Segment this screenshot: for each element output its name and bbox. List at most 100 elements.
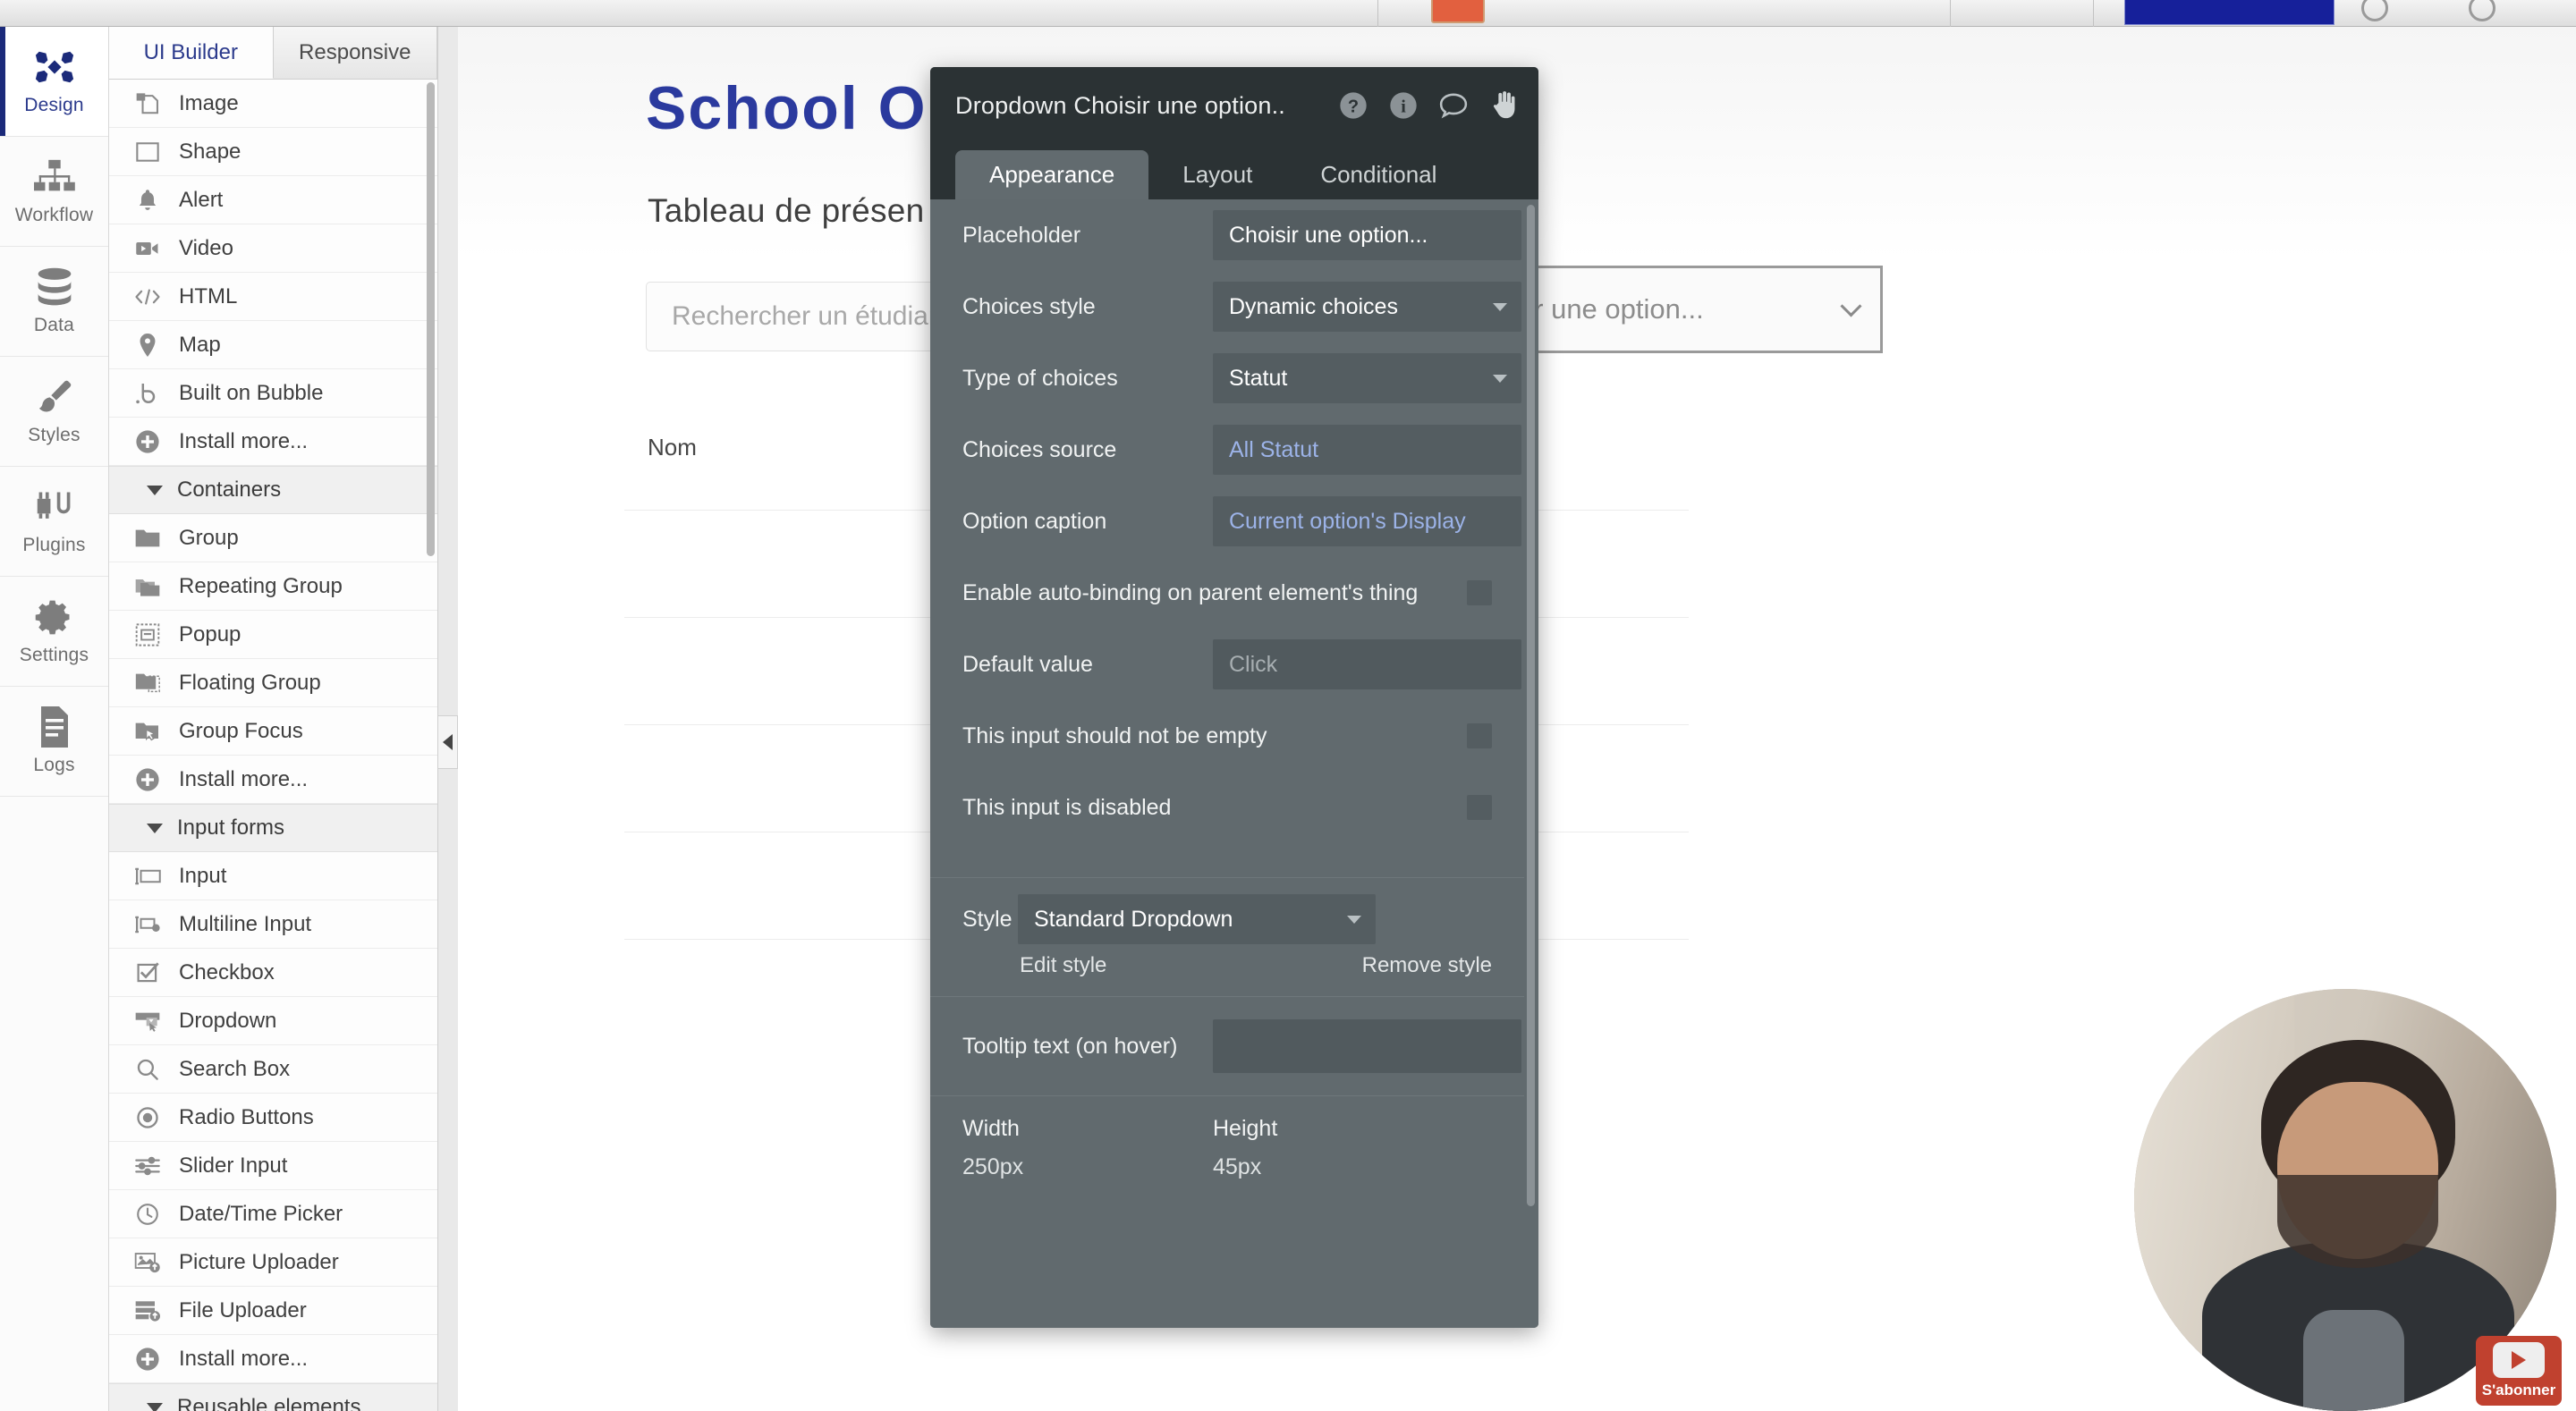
palette-group-label: Containers (177, 477, 281, 503)
bell-icon (132, 187, 163, 214)
palette-item-video[interactable]: Video (109, 224, 437, 273)
rail-item-data[interactable]: Data (0, 247, 108, 357)
remove-style-link[interactable]: Remove style (1362, 953, 1492, 978)
palette-item-built-on-bubble[interactable]: Built on Bubble (109, 369, 437, 418)
width-value[interactable]: 250px (962, 1154, 1213, 1180)
palette-item-install-more[interactable]: Install more... (109, 1335, 437, 1383)
tab-layout[interactable]: Layout (1148, 150, 1286, 199)
choices-style-select[interactable]: Dynamic choices (1213, 282, 1521, 332)
tab-responsive[interactable]: Responsive (274, 27, 438, 79)
palette-item-install-more[interactable]: Install more... (109, 756, 437, 804)
label-width: Width (962, 1116, 1213, 1142)
palette-item-checkbox[interactable]: Checkbox (109, 949, 437, 997)
palette-item-group[interactable]: Group (109, 514, 437, 562)
floating-group-icon (132, 670, 163, 697)
rail-item-styles[interactable]: Styles (0, 357, 108, 467)
input-icon (132, 863, 163, 890)
type-of-choices-select[interactable]: Statut (1213, 353, 1521, 403)
label-height: Height (1213, 1116, 1463, 1142)
app-root: Design Workflow (0, 0, 2576, 1411)
property-editor-tabs: Appearance Layout Conditional (930, 144, 1538, 199)
palette-item-input[interactable]: Input (109, 852, 437, 900)
palette-item-file-uploader[interactable]: File Uploader (109, 1287, 437, 1335)
rail-item-plugins[interactable]: Plugins (0, 467, 108, 577)
save-indicator-button[interactable] (1431, 0, 1485, 23)
palette-item-label: Group Focus (179, 719, 303, 744)
palette-item-picture-uploader[interactable]: Picture Uploader (109, 1238, 437, 1287)
choices-source-input[interactable]: All Statut (1213, 425, 1521, 475)
tab-conditional-label: Conditional (1320, 161, 1436, 189)
hand-cursor-icon[interactable] (1488, 90, 1519, 121)
palette-item-date-time-picker[interactable]: Date/Time Picker (109, 1190, 437, 1238)
preview-button[interactable] (2124, 0, 2334, 25)
row-not-empty: This input should not be empty (930, 700, 1524, 772)
palette-item-floating-group[interactable]: Floating Group (109, 659, 437, 707)
svg-text:i: i (1401, 97, 1406, 116)
palette-group-input-forms[interactable]: Input forms (109, 804, 437, 852)
design-tools-icon (34, 46, 75, 88)
code-icon (132, 283, 163, 310)
property-editor-scrollbar[interactable] (1527, 205, 1535, 1206)
chevron-down-icon (147, 824, 163, 833)
palette-group-reusable-elements[interactable]: Reusable elements (109, 1383, 437, 1411)
palette-item-radio-buttons[interactable]: Radio Buttons (109, 1094, 437, 1142)
edit-style-link[interactable]: Edit style (1020, 953, 1106, 978)
refresh-circle-icon[interactable] (2469, 0, 2496, 21)
palette-item-dropdown[interactable]: Dropdown (109, 997, 437, 1045)
dimensions-section: Width 250px Height 45px (930, 1096, 1524, 1187)
palette-item-label: Checkbox (179, 960, 275, 985)
info-icon[interactable]: i (1388, 90, 1419, 121)
tab-appearance-label: Appearance (989, 161, 1114, 189)
palette-item-image[interactable]: Image (109, 80, 437, 128)
chevron-down-icon (147, 1403, 163, 1411)
option-caption-input[interactable]: Current option's Display (1213, 496, 1521, 546)
style-select[interactable]: Standard Dropdown (1018, 894, 1376, 944)
palette-item-label: Video (179, 236, 233, 261)
tab-conditional[interactable]: Conditional (1286, 150, 1470, 199)
chevron-down-icon (1493, 303, 1507, 311)
palette-group-containers[interactable]: Containers (109, 466, 437, 514)
palette-item-search-box[interactable]: Search Box (109, 1045, 437, 1094)
comment-icon[interactable] (1438, 90, 1469, 121)
palette-item-multiline-input[interactable]: Multiline Input (109, 900, 437, 949)
multiline-input-icon (132, 911, 163, 938)
not-empty-checkbox[interactable] (1467, 723, 1492, 748)
row-choices-style: Choices style Dynamic choices (930, 271, 1524, 342)
collapse-sidebar-button[interactable] (438, 715, 458, 769)
table-column-header-nom: Nom (648, 434, 697, 461)
palette-item-install-more[interactable]: Install more... (109, 418, 437, 466)
help-circle-icon[interactable] (2361, 0, 2388, 21)
placeholder-input[interactable]: Choisir une option... (1213, 210, 1521, 260)
tab-appearance[interactable]: Appearance (955, 150, 1148, 199)
folder-icon (132, 525, 163, 552)
palette-item-label: Image (179, 91, 239, 116)
palette-item-label: Alert (179, 188, 223, 213)
rail-item-logs[interactable]: Logs (0, 687, 108, 797)
page-title: School O (646, 73, 927, 143)
help-icon[interactable]: ? (1338, 90, 1368, 121)
palette-item-label: Date/Time Picker (179, 1202, 343, 1227)
disabled-checkbox[interactable] (1467, 795, 1492, 820)
page-subtitle: Tableau de présen (648, 192, 925, 230)
palette-item-popup[interactable]: Popup (109, 611, 437, 659)
height-value[interactable]: 45px (1213, 1154, 1463, 1180)
autobinding-checkbox[interactable] (1467, 580, 1492, 605)
palette-item-repeating-group[interactable]: Repeating Group (109, 562, 437, 611)
default-value-input[interactable]: Click (1213, 639, 1521, 689)
palette-item-alert[interactable]: Alert (109, 176, 437, 224)
palette-item-map[interactable]: Map (109, 321, 437, 369)
property-editor-header: Dropdown Choisir une option.. ? i (930, 67, 1538, 144)
palette-item-shape[interactable]: Shape (109, 128, 437, 176)
palette-item-group-focus[interactable]: Group Focus (109, 707, 437, 756)
palette-scrollbar[interactable] (427, 82, 435, 556)
rail-item-design[interactable]: Design (0, 27, 108, 137)
rail-item-workflow[interactable]: Workflow (0, 137, 108, 247)
search-input-placeholder: Rechercher un étudiant (672, 301, 951, 332)
rail-item-settings[interactable]: Settings (0, 577, 108, 687)
youtube-subscribe-button[interactable]: S'abonner (2476, 1336, 2562, 1406)
palette-item-html[interactable]: HTML (109, 273, 437, 321)
tooltip-input[interactable] (1213, 1019, 1521, 1073)
property-editor-header-icons: ? i (1338, 90, 1519, 121)
tab-ui-builder[interactable]: UI Builder (109, 27, 274, 79)
palette-item-slider-input[interactable]: Slider Input (109, 1142, 437, 1190)
